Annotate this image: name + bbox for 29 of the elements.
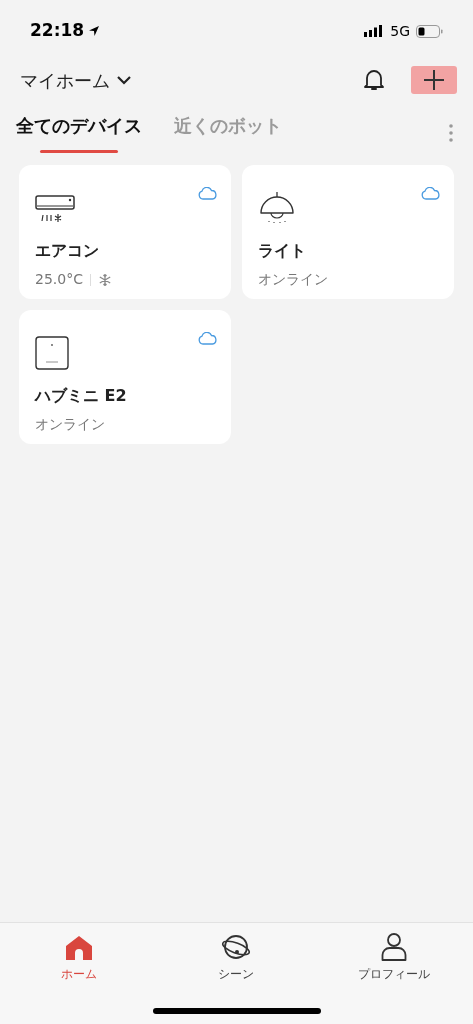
device-status: オンライン — [258, 270, 328, 289]
device-card[interactable]: ライト オンライン — [242, 165, 454, 299]
battery-icon — [416, 24, 443, 38]
home-icon — [64, 935, 93, 961]
notification-bell-icon[interactable] — [363, 68, 385, 92]
device-name: ライト — [258, 240, 306, 262]
status-time: 22:18 — [30, 19, 85, 43]
person-icon — [381, 933, 408, 961]
hub-device-icon — [35, 336, 69, 370]
device-name: エアコン — [35, 240, 99, 262]
signal-icon — [364, 25, 385, 37]
device-name: ハブミニ E2 — [35, 385, 127, 407]
tab[interactable]: 全てのデバイス — [16, 112, 142, 153]
device-card[interactable]: ハブミニ E2 オンライン — [19, 310, 231, 444]
planet-icon — [221, 933, 252, 961]
device-card[interactable]: エアコン 25.0°C — [19, 165, 231, 299]
location-arrow-icon — [88, 25, 101, 37]
device-status: 25.0°C — [35, 270, 83, 289]
nav-tab[interactable]: ホーム — [0, 933, 158, 983]
device-status: オンライン — [35, 415, 105, 434]
chevron-down-icon[interactable] — [116, 75, 132, 85]
pendant-lamp-icon — [258, 191, 296, 225]
home-name[interactable]: マイホーム — [20, 66, 110, 94]
more-options-icon[interactable] — [449, 123, 453, 142]
air-conditioner-icon — [35, 195, 75, 225]
nav-tab[interactable]: シーン — [157, 933, 316, 983]
nav-tab[interactable]: プロフィール — [315, 933, 473, 983]
add-icon[interactable] — [423, 69, 445, 91]
network-label: 5G — [390, 21, 410, 41]
